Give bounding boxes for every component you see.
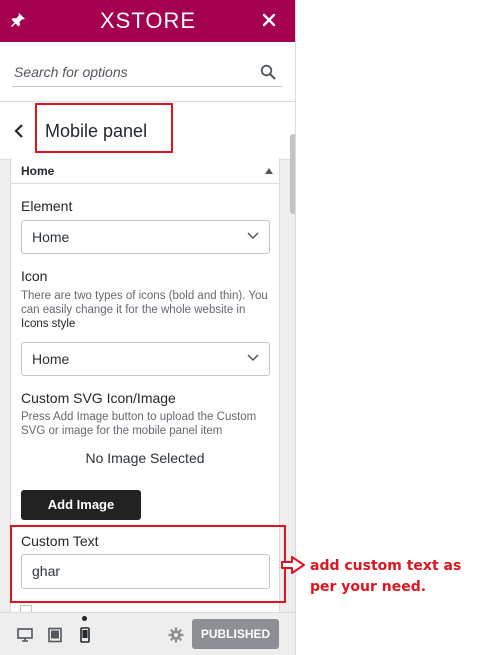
chevron-left-icon[interactable] [10,122,28,140]
icon-label: Icon [21,268,48,284]
collapse-arrow-icon[interactable] [265,168,273,174]
search-icon[interactable] [260,64,276,80]
custom-svg-description: Press Add Image button to upload the Cus… [21,411,257,437]
element-select-value: Home [32,229,70,245]
scrollbar[interactable] [290,134,295,214]
active-device-indicator [82,616,87,621]
close-icon[interactable] [262,13,276,27]
item-header[interactable]: Home [11,158,279,184]
add-image-button[interactable]: Add Image [21,490,141,520]
element-select[interactable]: Home [21,220,270,254]
search-bar [0,42,295,102]
custom-svg-label: Custom SVG Icon/Image [21,390,176,406]
search-input[interactable] [12,57,282,87]
customizer-panel: XSTORE Mobile panel Home Element Home [0,0,296,655]
item-name: Home [21,164,55,178]
chevron-down-icon [247,232,259,240]
top-bar: XSTORE [0,0,295,42]
mobile-icon[interactable] [77,627,93,643]
highlight-box-title [35,103,173,153]
published-button[interactable]: PUBLISHED [192,619,279,649]
highlight-box-custom-text [10,525,286,603]
annotation-text: add custom text as per your need. [310,558,462,595]
footer-bar: PUBLISHED [0,612,295,655]
brand-logo: XSTORE [99,8,197,33]
chevron-down-icon [247,354,259,362]
no-image-status: No Image Selected [85,450,205,466]
element-label: Element [21,198,73,214]
annotation-arrow-icon [281,556,305,574]
desktop-icon[interactable] [17,627,33,643]
icon-select-value: Home [32,351,70,367]
icon-select[interactable]: Home [21,342,270,376]
tablet-icon[interactable] [47,627,63,643]
icon-description: There are two types of icons (bold and t… [21,290,268,330]
icons-style-link[interactable]: Icons style [21,318,75,330]
gear-icon[interactable] [168,627,184,643]
